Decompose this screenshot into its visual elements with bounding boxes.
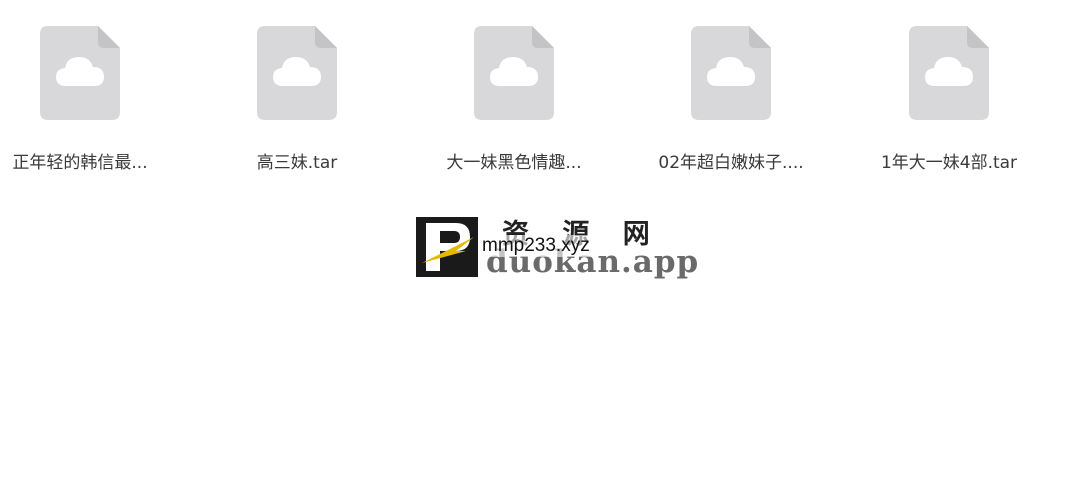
cloud-file-icon [40,26,120,120]
file-item[interactable]: 02年超白嫩妹子.... [631,24,831,184]
cloud-file-icon [909,26,989,120]
file-name: 02年超白嫩妹子.... [658,153,804,173]
cloud-file-icon [257,26,337,120]
file-name: 1年大一妹4部.tar [880,153,1018,173]
file-item[interactable]: 高三妹.tar [197,24,397,184]
file-name: 大一妹黑色情趣... [446,153,582,173]
file-grid: 正年轻的韩信最... 高三妹.tar 大一妹黑色情趣... 02年超白嫩妹子..… [0,0,1080,200]
file-item[interactable]: 正年轻的韩信最... [0,24,180,184]
brand-logo-icon [416,217,478,277]
file-name: 正年轻的韩信最... [12,153,148,173]
watermark-overlay-text: mmp233.xyz [480,235,592,257]
cloud-file-icon [691,26,771,120]
file-name: 高三妹.tar [256,153,338,173]
file-item[interactable]: 大一妹黑色情趣... [414,24,614,184]
cloud-file-icon [474,26,554,120]
file-item[interactable]: 1年大一妹4部.tar [849,24,1049,184]
watermark: 资 源 网 duokan.app mmp233.xyz [414,214,698,280]
